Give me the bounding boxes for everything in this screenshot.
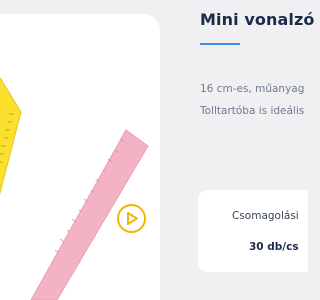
packaging-card: Csomagolási 30 db/cs (198, 190, 308, 272)
play-icon (127, 212, 138, 225)
play-video-button[interactable] (117, 204, 146, 233)
packaging-value: 30 db/cs (249, 241, 299, 253)
title-underline (200, 43, 240, 45)
product-description-size: 16 cm-es, műanyag (200, 83, 305, 95)
packaging-label: Csomagolási (232, 210, 299, 222)
product-image (0, 77, 149, 300)
product-title: Mini vonalzó (200, 10, 315, 29)
product-description-usage: Tolltartóba is ideális (200, 105, 305, 117)
yellow-ruler (0, 77, 22, 195)
product-image-card (0, 14, 160, 300)
